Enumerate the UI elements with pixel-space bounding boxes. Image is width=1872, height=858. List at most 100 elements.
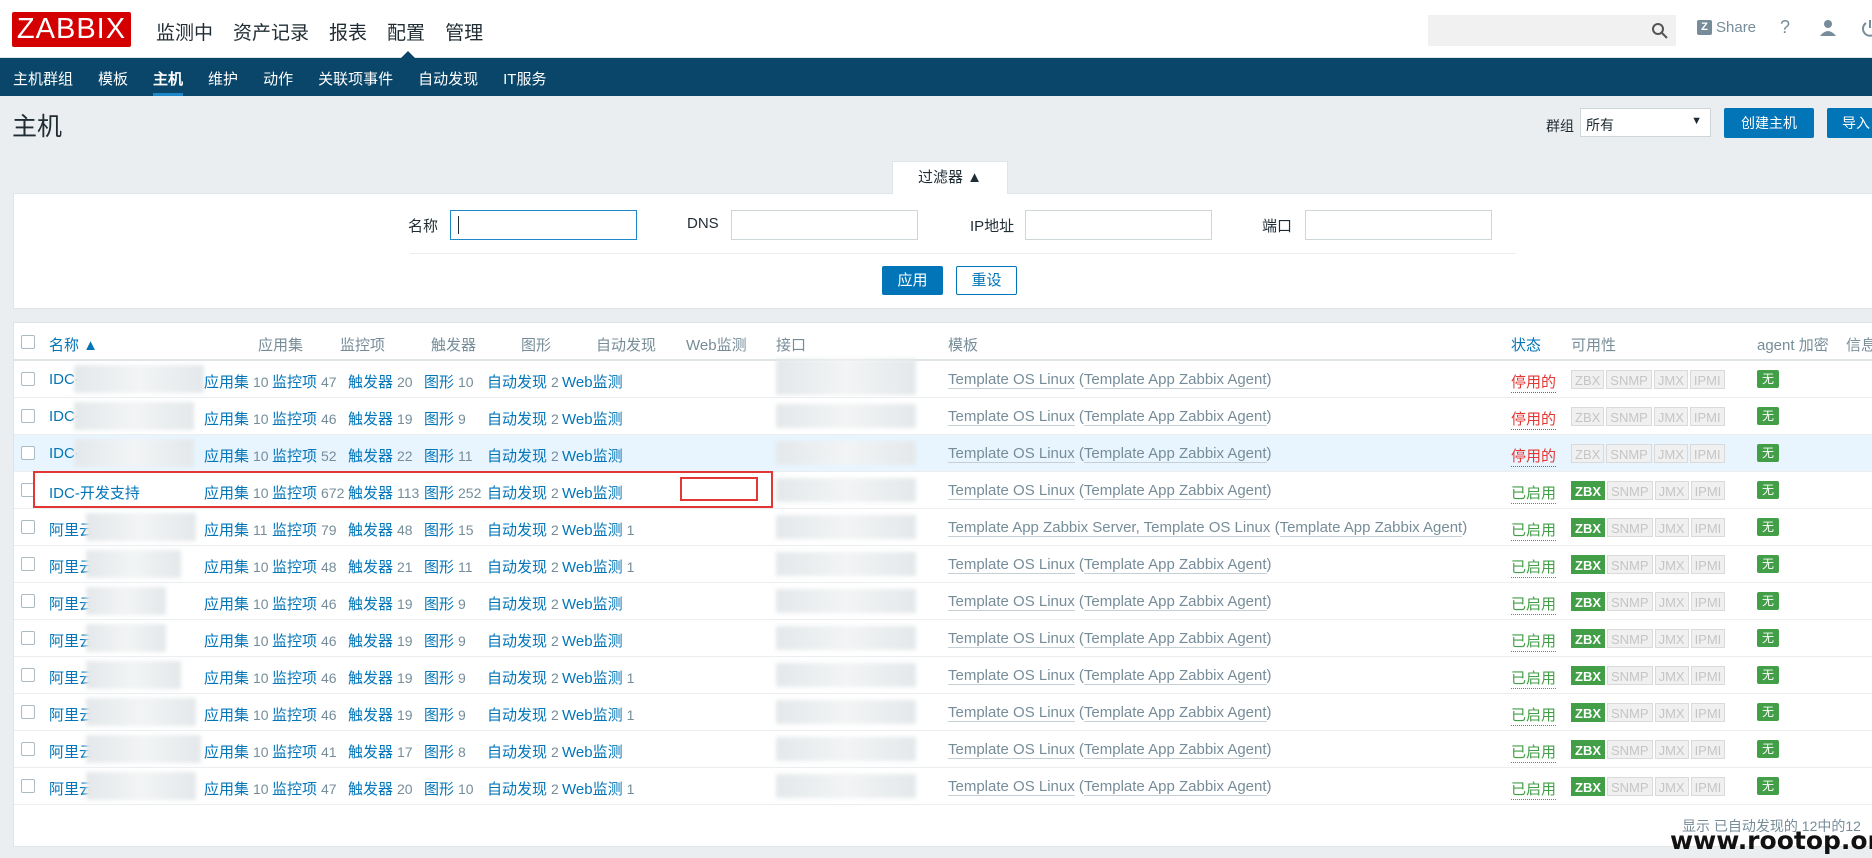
triggers-link[interactable]: 触发器 20 [348,371,413,392]
items-link[interactable]: 监控项 46 [272,704,337,725]
help-icon[interactable]: ? [1780,17,1790,38]
ip-filter-input[interactable] [1025,210,1212,240]
items-link[interactable]: 监控项 47 [272,778,337,799]
graphs-link[interactable]: 图形 11 [424,556,473,577]
applications-link[interactable]: 应用集 10 [204,630,269,651]
row-checkbox[interactable] [21,742,35,756]
parent-template-link[interactable]: Template App Zabbix Agent [1083,371,1267,389]
web-monitoring-link[interactable]: Web监测 1 [562,519,634,540]
status-toggle[interactable]: 已启用 [1511,704,1557,726]
template-link[interactable]: Template OS Linux [948,556,1075,574]
items-link[interactable]: 监控项 46 [272,593,337,614]
graphs-link[interactable]: 图形 9 [424,593,466,614]
web-monitoring-link[interactable]: Web监测 1 [562,667,634,688]
discovery-link[interactable]: 自动发现 2 [487,556,559,577]
row-checkbox[interactable] [21,446,35,460]
row-checkbox[interactable] [21,668,35,682]
row-checkbox[interactable] [21,779,35,793]
applications-link[interactable]: 应用集 10 [204,667,269,688]
triggers-link[interactable]: 触发器 19 [348,667,413,688]
reset-filter-button[interactable]: 重设 [956,266,1017,295]
status-toggle[interactable]: 已启用 [1511,667,1557,689]
items-link[interactable]: 监控项 46 [272,630,337,651]
triggers-link[interactable]: 触发器 19 [348,408,413,429]
sub-menu-item[interactable]: 维护 [195,58,250,96]
applications-link[interactable]: 应用集 10 [204,371,269,392]
template-link[interactable]: Template OS Linux [948,371,1075,389]
template-link[interactable]: Template OS Linux [948,741,1075,759]
template-link[interactable]: Template OS Linux [948,667,1075,685]
parent-template-link[interactable]: Template App Zabbix Agent [1083,667,1267,685]
graphs-link[interactable]: 图形 11 [424,445,473,466]
status-toggle[interactable]: 停用的 [1511,445,1557,467]
graphs-link[interactable]: 图形 9 [424,408,466,429]
triggers-link[interactable]: 触发器 19 [348,593,413,614]
row-checkbox[interactable] [21,409,35,423]
status-toggle[interactable]: 停用的 [1511,371,1557,393]
web-monitoring-link[interactable]: Web监测 [562,408,627,429]
row-checkbox[interactable] [21,594,35,608]
sub-menu-item[interactable]: 动作 [250,58,305,96]
applications-link[interactable]: 应用集 10 [204,445,269,466]
items-link[interactable]: 监控项 48 [272,556,337,577]
template-link[interactable]: Template App Zabbix Server, Template OS … [948,519,1271,537]
row-checkbox[interactable] [21,705,35,719]
items-link[interactable]: 监控项 46 [272,408,337,429]
sub-menu-item[interactable]: 关联项事件 [305,58,405,96]
discovery-link[interactable]: 自动发现 2 [487,519,559,540]
web-monitoring-link[interactable]: Web监测 [562,630,627,651]
discovery-link[interactable]: 自动发现 2 [487,778,559,799]
search-icon[interactable] [1651,22,1669,40]
select-all-checkbox[interactable] [21,335,35,349]
applications-link[interactable]: 应用集 10 [204,593,269,614]
row-checkbox[interactable] [21,372,35,386]
status-toggle[interactable]: 已启用 [1511,778,1557,800]
template-link[interactable]: Template OS Linux [948,778,1075,796]
template-link[interactable]: Template OS Linux [948,630,1075,648]
triggers-link[interactable]: 触发器 48 [348,519,413,540]
name-filter-input[interactable] [450,210,637,240]
template-link[interactable]: Template OS Linux [948,482,1075,500]
user-profile-icon[interactable] [1818,18,1838,38]
discovery-link[interactable]: 自动发现 2 [487,630,559,651]
applications-link[interactable]: 应用集 10 [204,408,269,429]
applications-link[interactable]: 应用集 11 [204,519,268,540]
template-link[interactable]: Template OS Linux [948,704,1075,722]
parent-template-link[interactable]: Template App Zabbix Agent [1083,556,1267,574]
logout-icon[interactable] [1860,18,1872,38]
header-status[interactable]: 状态 [1511,334,1541,355]
sub-menu-item[interactable]: 主机群组 [0,58,85,96]
parent-template-link[interactable]: Template App Zabbix Agent [1083,741,1267,759]
web-monitoring-link[interactable]: Web监测 [562,445,627,466]
graphs-link[interactable]: 图形 8 [424,741,466,762]
status-toggle[interactable]: 已启用 [1511,519,1557,541]
items-link[interactable]: 监控项 41 [272,741,337,762]
parent-template-link[interactable]: Template App Zabbix Agent [1083,445,1267,463]
status-toggle[interactable]: 已启用 [1511,482,1557,504]
applications-link[interactable]: 应用集 10 [204,778,269,799]
parent-template-link[interactable]: Template App Zabbix Agent [1083,704,1267,722]
row-checkbox[interactable] [21,631,35,645]
graphs-link[interactable]: 图形 15 [424,519,474,540]
items-link[interactable]: 监控项 47 [272,371,337,392]
status-toggle[interactable]: 已启用 [1511,593,1557,615]
zabbix-logo[interactable]: ZABBIX [12,12,131,47]
parent-template-link[interactable]: Template App Zabbix Agent [1083,408,1267,426]
web-monitoring-link[interactable]: Web监测 1 [562,556,634,577]
sub-menu-item[interactable]: 自动发现 [405,58,490,96]
graphs-link[interactable]: 图形 10 [424,371,474,392]
graphs-link[interactable]: 图形 9 [424,630,466,651]
apply-filter-button[interactable]: 应用 [882,266,943,295]
port-filter-input[interactable] [1305,210,1492,240]
status-toggle[interactable]: 已启用 [1511,630,1557,652]
discovery-link[interactable]: 自动发现 2 [487,371,559,392]
graphs-link[interactable]: 图形 9 [424,667,466,688]
triggers-link[interactable]: 触发器 21 [348,556,413,577]
triggers-link[interactable]: 触发器 19 [348,704,413,725]
web-monitoring-link[interactable]: Web监测 1 [562,704,634,725]
web-monitoring-link[interactable]: Web监测 [562,593,627,614]
share-link[interactable]: Z Share [1697,19,1756,36]
parent-template-link[interactable]: Template App Zabbix Agent [1083,778,1267,796]
status-toggle[interactable]: 已启用 [1511,556,1557,578]
sub-menu-item[interactable]: IT服务 [490,58,558,96]
